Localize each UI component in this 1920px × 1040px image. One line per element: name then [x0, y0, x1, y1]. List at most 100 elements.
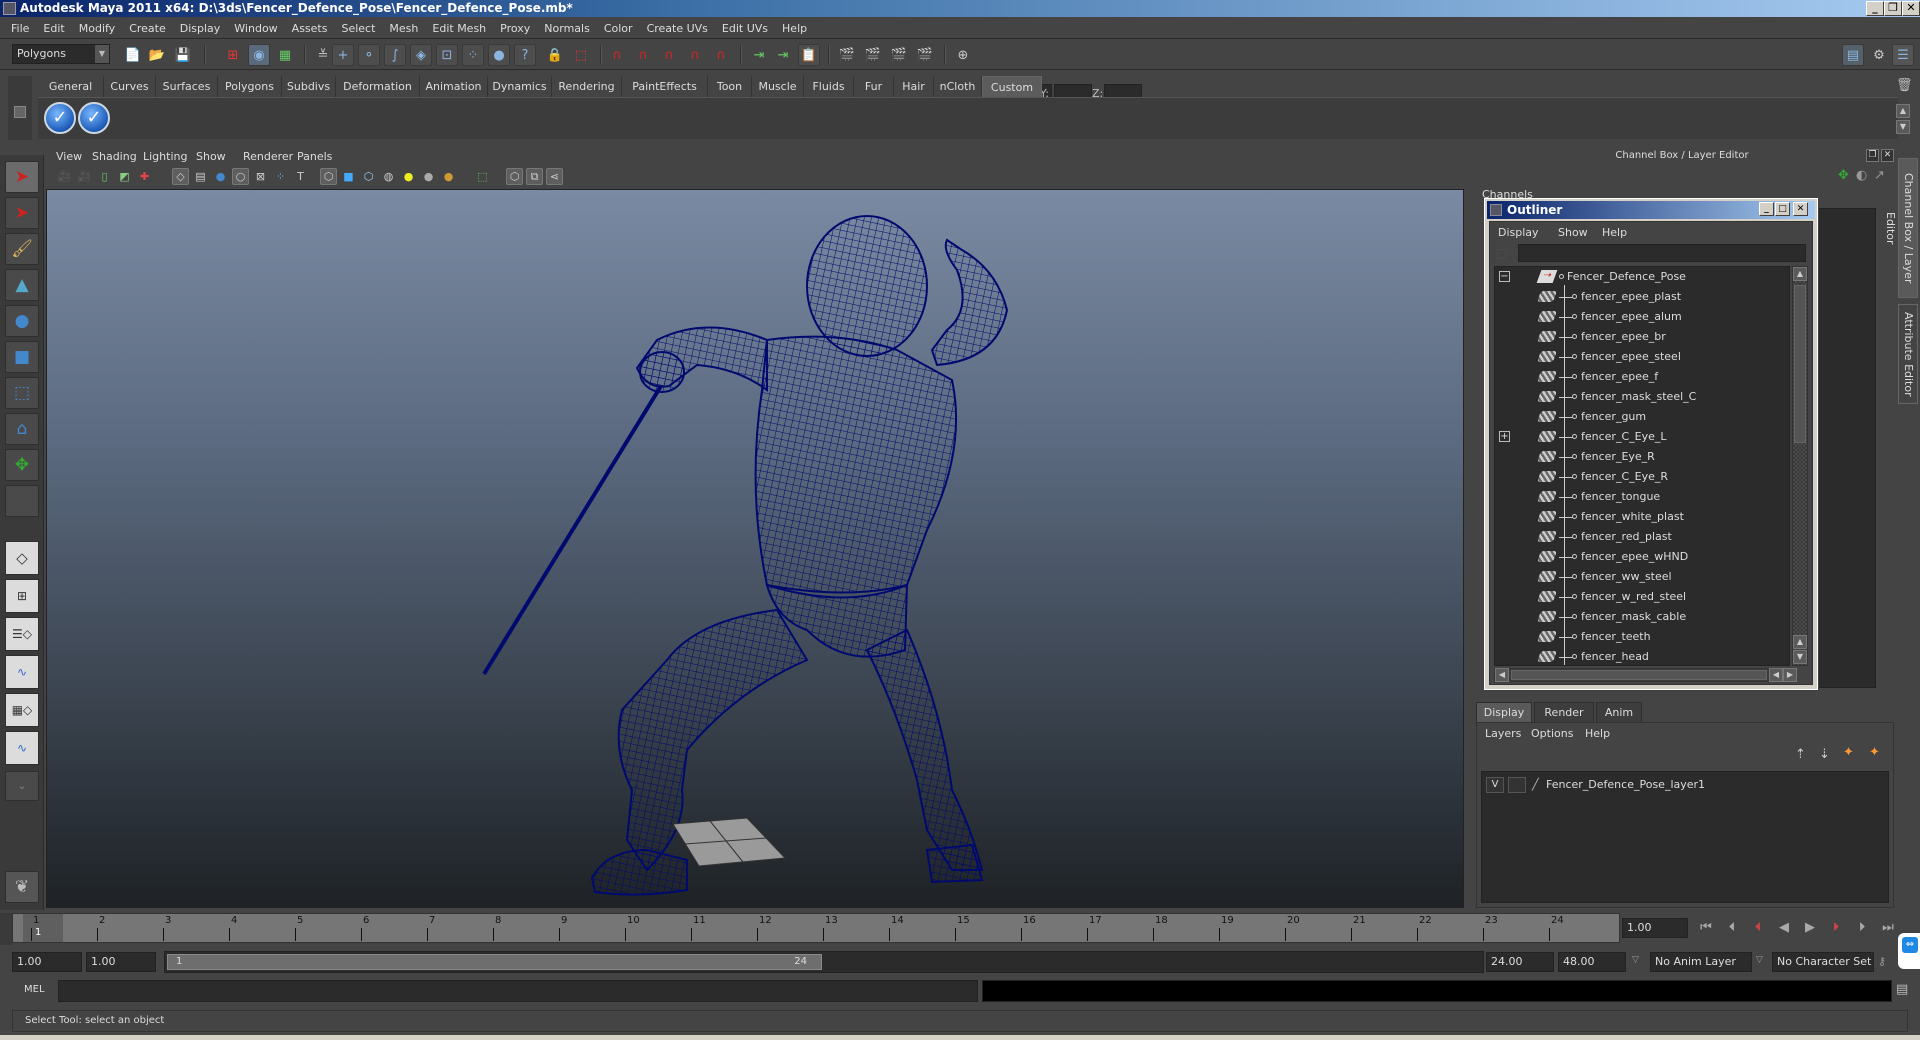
image-plane-icon[interactable]: ◩: [116, 168, 133, 185]
start-time-field[interactable]: 1.00: [12, 952, 82, 972]
viewport-menu-view[interactable]: View: [56, 150, 82, 163]
shelf-tab-ncloth[interactable]: nCloth: [934, 76, 982, 97]
outliner-maximize-button[interactable]: □: [1775, 202, 1790, 216]
outliner-menu-show[interactable]: Show: [1558, 226, 1588, 239]
make-live-icon[interactable]: ∩: [710, 44, 732, 66]
command-language-label[interactable]: MEL: [24, 984, 45, 995]
step-forward-frame-button[interactable]: ⏵: [1850, 918, 1874, 938]
expand-icon[interactable]: +: [1499, 431, 1510, 442]
shelf-tab-fur[interactable]: Fur: [854, 76, 894, 97]
restore-button[interactable]: ❐: [1884, 1, 1902, 16]
script-editor-icon[interactable]: ▤: [1896, 982, 1908, 997]
outliner-item[interactable]: fencer_epee_alum: [1495, 307, 1789, 327]
teamviewer-icon[interactable]: ⇔: [1902, 937, 1918, 953]
viewport-menu-lighting[interactable]: Lighting: [143, 150, 187, 163]
use-all-lights-icon[interactable]: ●: [400, 168, 417, 185]
outliner-item[interactable]: fencer_head: [1495, 647, 1789, 665]
tab-attribute-editor[interactable]: Attribute Editor: [1898, 304, 1918, 404]
manipulator-icon[interactable]: ✥: [1838, 168, 1849, 183]
snap-to-curve-icon[interactable]: ∩: [632, 44, 654, 66]
isolate-select-icon[interactable]: ⬚: [474, 168, 491, 185]
outliner-item[interactable]: fencer_tongue: [1495, 487, 1789, 507]
scroll-left-button-2[interactable]: ◀: [1769, 668, 1783, 682]
trash-icon[interactable]: 🗑: [1896, 78, 1913, 94]
outliner-item[interactable]: fencer_epee_wHND: [1495, 547, 1789, 567]
last-tool-slot[interactable]: [5, 485, 39, 517]
arrow-icon[interactable]: ↗: [1874, 168, 1885, 183]
layer-menu-options[interactable]: Options: [1531, 727, 1573, 740]
outliner-menu-help[interactable]: Help: [1602, 226, 1627, 239]
speed-icon[interactable]: ◐: [1856, 168, 1867, 183]
shelf-tab-deformation[interactable]: Deformation: [336, 76, 420, 97]
scroll-left-button[interactable]: ◀: [1495, 668, 1509, 682]
range-slider-bar[interactable]: 1 24: [167, 954, 822, 970]
rotate-tool-icon[interactable]: ●: [5, 305, 39, 337]
smooth-shade-icon[interactable]: ■: [340, 168, 357, 185]
universal-manipulator-icon[interactable]: ⬚: [5, 377, 39, 409]
menu-set-dropdown[interactable]: Polygons ▼: [12, 44, 110, 64]
persp-graph-layout-icon[interactable]: ∿: [5, 655, 39, 689]
check-icon[interactable]: ✓: [78, 102, 110, 134]
lasso-tool-icon[interactable]: ➤: [5, 197, 39, 229]
playback-end-field[interactable]: 24.00: [1486, 952, 1554, 972]
step-forward-key-button[interactable]: ⏵: [1824, 918, 1848, 938]
menu-proxy[interactable]: Proxy: [493, 22, 537, 35]
lock-selection-icon[interactable]: 🔒: [544, 44, 566, 66]
float-panel-button[interactable]: ❐: [1866, 149, 1879, 162]
outliner-item[interactable]: + fencer_C_Eye_L: [1495, 427, 1789, 447]
field-chart-icon[interactable]: ⊠: [252, 168, 269, 185]
layer-color-swatch[interactable]: ╱: [1532, 776, 1539, 794]
wireframe-mode-icon[interactable]: ⬡: [320, 168, 337, 185]
menu-color[interactable]: Color: [597, 22, 640, 35]
select-handles-icon[interactable]: +: [332, 44, 354, 66]
safe-title-icon[interactable]: T: [292, 168, 309, 185]
snap-to-view-plane-icon[interactable]: ∩: [684, 44, 706, 66]
viewport-menu-shading[interactable]: Shading: [92, 150, 137, 163]
select-dynamics-icon[interactable]: ⁘: [462, 44, 484, 66]
create-empty-layer-icon[interactable]: ✦: [1843, 745, 1854, 760]
menu-edit-uvs[interactable]: Edit UVs: [715, 22, 775, 35]
show-channel-box-icon[interactable]: ☰: [1892, 44, 1914, 66]
outliner-item[interactable]: fencer_red_plast: [1495, 527, 1789, 547]
current-frame-field[interactable]: 1.00: [1622, 918, 1688, 938]
outliner-item[interactable]: fencer_epee_br: [1495, 327, 1789, 347]
shelf-tab-animation[interactable]: Animation: [420, 76, 488, 97]
select-curves-icon[interactable]: ∫: [384, 44, 406, 66]
outliner-item[interactable]: fencer_ww_steel: [1495, 567, 1789, 587]
outliner-item[interactable]: fencer_Eye_R: [1495, 447, 1789, 467]
shelf-tab-painteffects[interactable]: PaintEffects: [622, 76, 708, 97]
menu-create-uvs[interactable]: Create UVs: [640, 22, 715, 35]
show-manipulator-icon[interactable]: ✥: [5, 449, 39, 481]
outliner-item[interactable]: fencer_gum: [1495, 407, 1789, 427]
select-misc-icon[interactable]: ?: [514, 44, 536, 66]
playback-start-field[interactable]: 1.00: [86, 952, 156, 972]
scroll-thumb[interactable]: [1794, 285, 1806, 443]
layout-options-dropdown[interactable]: ⌄: [5, 771, 39, 801]
soft-modification-icon[interactable]: ⌂: [5, 413, 39, 445]
shelf-tab-dynamics[interactable]: Dynamics: [488, 76, 552, 97]
resolution-gate-icon[interactable]: ●: [212, 168, 229, 185]
save-scene-icon[interactable]: 💾: [172, 44, 194, 66]
shelf-scroll-up[interactable]: ▲: [1896, 104, 1910, 118]
perspective-viewport[interactable]: [46, 189, 1464, 908]
scroll-down-button[interactable]: ▼: [1793, 650, 1807, 664]
layer-tab-anim[interactable]: Anim: [1596, 702, 1642, 722]
select-camera-icon[interactable]: 🎥: [56, 168, 73, 185]
anim-layer-field[interactable]: No Anim Layer: [1650, 952, 1752, 972]
paint-select-tool-icon[interactable]: 🖌: [5, 233, 39, 265]
character-set-chevron-icon[interactable]: ▽: [1756, 955, 1763, 965]
layer-menu-help[interactable]: Help: [1585, 727, 1610, 740]
menu-help[interactable]: Help: [775, 22, 814, 35]
output-operations-icon[interactable]: ⇥: [772, 44, 794, 66]
outliner-filter-input[interactable]: [1518, 244, 1806, 262]
character-set-field[interactable]: No Character Set: [1772, 952, 1874, 972]
menu-normals[interactable]: Normals: [537, 22, 597, 35]
render-view-icon[interactable]: 🎬: [836, 44, 858, 66]
outliner-item[interactable]: fencer_w_red_steel: [1495, 587, 1789, 607]
ipr-render-icon[interactable]: 🎬: [888, 44, 910, 66]
shelf-tab-custom[interactable]: Custom: [982, 76, 1042, 97]
shelf-tab-curves[interactable]: Curves: [104, 76, 156, 97]
outliner-item[interactable]: fencer_teeth: [1495, 627, 1789, 647]
create-layer-from-selected-icon[interactable]: ✦: [1869, 745, 1880, 760]
highlight-selection-icon[interactable]: ⬚: [570, 44, 592, 66]
